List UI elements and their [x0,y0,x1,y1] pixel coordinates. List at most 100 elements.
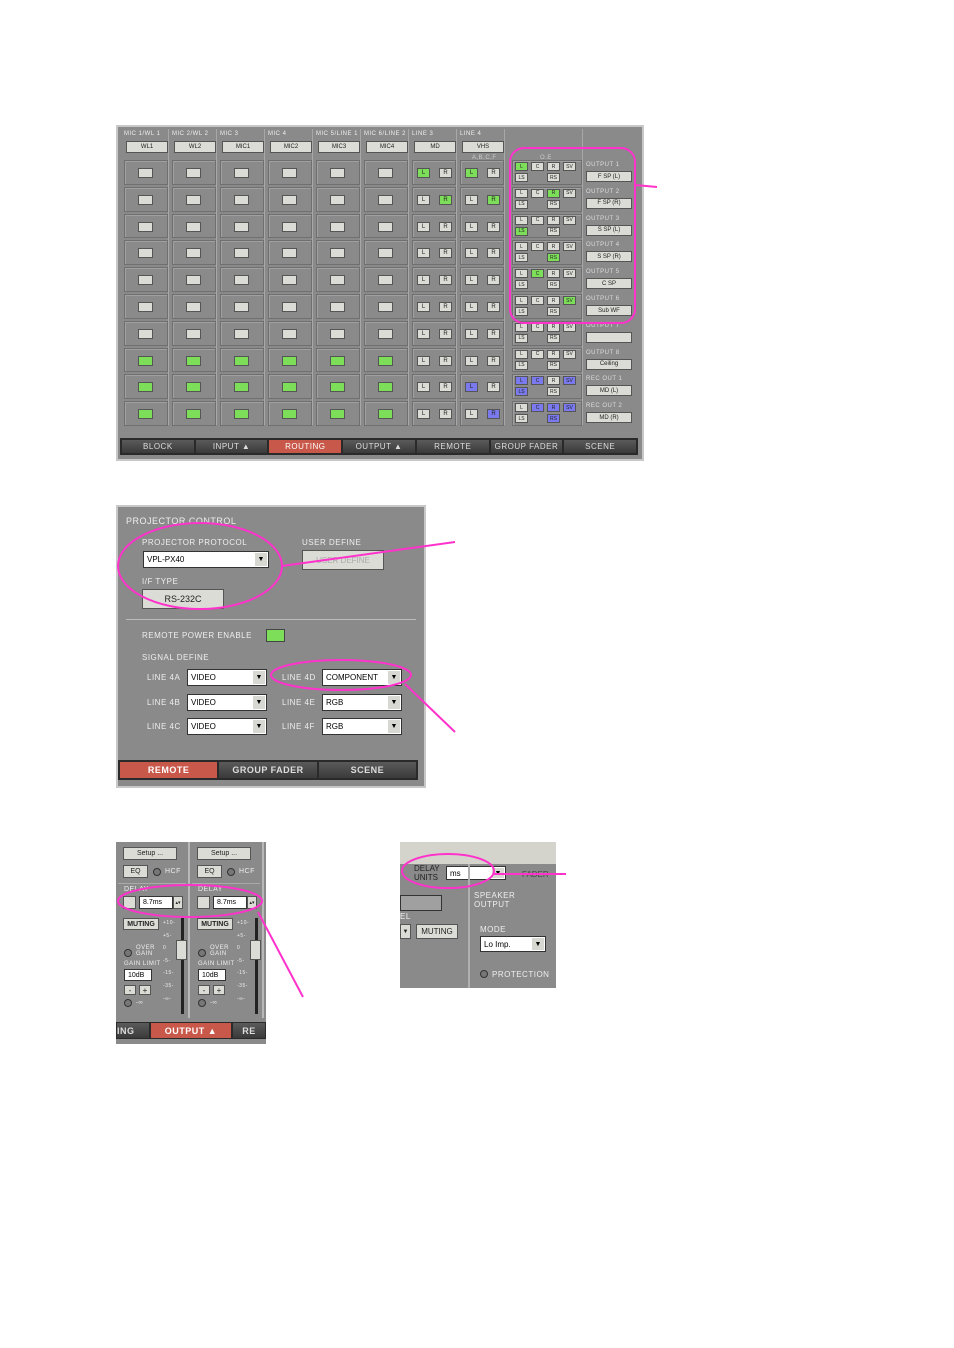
plus-button[interactable]: + [213,985,225,995]
routing-l-button[interactable]: L [417,409,430,420]
oe-r-button[interactable]: R [547,188,560,198]
oe-sv-button[interactable]: SV [563,188,576,198]
routing-r-button[interactable]: R [487,328,500,339]
routing-r-button[interactable]: R [439,302,452,312]
routing-toggle[interactable] [330,355,345,366]
muting-button[interactable]: MUTING [416,924,458,939]
routing-toggle[interactable] [282,194,297,205]
eq-button[interactable]: EQ [197,865,222,878]
tab-partial-left[interactable]: ING [117,1023,149,1038]
output-name-button[interactable]: S SP (R) [586,251,632,263]
routing-l-button[interactable]: L [417,275,430,286]
routing-toggle[interactable] [378,328,393,339]
routing-toggle[interactable] [330,409,345,420]
routing-r-button[interactable]: R [439,194,452,205]
routing-r-button[interactable]: R [487,194,500,205]
source-button[interactable]: MIC2 [270,141,312,153]
routing-toggle[interactable] [234,168,249,178]
routing-toggle[interactable] [138,328,153,339]
routing-l-button[interactable]: L [465,168,478,178]
source-button[interactable]: WL2 [174,141,216,153]
oe-r-button[interactable]: R [547,376,560,386]
fader-track[interactable] [255,918,258,1014]
setup-button[interactable]: Setup ... [197,847,251,860]
minus-button[interactable]: - [198,985,210,995]
routing-r-button[interactable]: R [439,275,452,286]
routing-r-button[interactable]: R [439,409,452,420]
oe-sv-button[interactable]: SV [563,269,576,279]
oe-r-button[interactable]: R [547,296,560,305]
gain-limit-input[interactable]: 10dB [198,969,226,981]
oe-sv-button[interactable]: SV [563,376,576,386]
signal-select[interactable]: VIDEO ▼ [187,669,267,686]
output-name-button[interactable]: F SP (L) [586,171,632,182]
routing-l-button[interactable]: L [465,409,478,420]
tab-remote[interactable]: REMOTE [416,440,489,453]
setup-button[interactable]: Setup ... [123,847,177,860]
signal-select[interactable]: RGB ▼ [322,693,402,711]
source-button[interactable]: MIC4 [366,141,408,153]
output-name-button[interactable]: MD (L) [586,385,632,397]
oe-rs-button[interactable]: RS [547,253,560,263]
minus-button[interactable]: - [124,985,136,995]
output-name-button[interactable]: F SP (R) [586,197,632,209]
oe-l-button[interactable]: L [515,349,528,359]
delay-toggle[interactable] [197,896,210,909]
routing-toggle[interactable] [234,221,249,232]
oe-c-button[interactable]: C [531,403,544,413]
routing-toggle[interactable] [282,328,297,339]
oe-r-button[interactable]: R [547,403,560,413]
source-button[interactable]: WL1 [126,141,168,153]
oe-ls-button[interactable]: LS [515,199,528,209]
muting-button[interactable]: MUTING [197,918,233,930]
routing-toggle[interactable] [282,275,297,286]
oe-sv-button[interactable]: SV [563,403,576,413]
routing-r-button[interactable]: R [487,168,500,178]
oe-ls-button[interactable]: LS [515,307,528,316]
tab-input[interactable]: INPUT ▲ [195,440,268,453]
tab-output[interactable]: OUTPUT ▲ [151,1023,231,1038]
user-define-button[interactable]: USER DEFINE [302,550,384,570]
source-button[interactable]: MIC1 [222,141,264,153]
oe-c-button[interactable]: C [531,242,544,252]
fader-handle[interactable] [176,940,187,960]
routing-toggle[interactable] [234,194,249,205]
routing-toggle[interactable] [138,275,153,286]
signal-select[interactable]: VIDEO ▼ [187,693,267,711]
oe-l-button[interactable]: L [515,162,528,171]
routing-toggle[interactable] [138,409,153,420]
routing-r-button[interactable]: R [487,275,500,286]
routing-toggle[interactable] [330,328,345,339]
routing-l-button[interactable]: L [417,248,430,259]
routing-toggle[interactable] [234,302,249,312]
oe-l-button[interactable]: L [515,376,528,386]
oe-sv-button[interactable]: SV [563,162,576,171]
routing-l-button[interactable]: L [465,221,478,232]
routing-l-button[interactable]: L [417,328,430,339]
tab-routing[interactable]: ROUTING [269,440,342,453]
tab-remote[interactable]: REMOTE [120,762,218,778]
routing-toggle[interactable] [282,221,297,232]
routing-toggle[interactable] [378,382,393,393]
routing-toggle[interactable] [186,248,201,259]
oe-c-button[interactable]: C [531,215,544,225]
routing-toggle[interactable] [138,248,153,259]
routing-toggle[interactable] [186,194,201,205]
routing-toggle[interactable] [282,409,297,420]
tab-scene[interactable]: SCENE [318,762,416,778]
oe-ls-button[interactable]: LS [515,226,528,236]
oe-rs-button[interactable]: RS [547,414,560,424]
routing-toggle[interactable] [378,302,393,312]
delay-spinner[interactable]: ▴▾ [247,896,257,909]
routing-toggle[interactable] [234,409,249,420]
routing-toggle[interactable] [330,382,345,393]
oe-sv-button[interactable]: SV [563,296,576,305]
delay-input[interactable]: 8.7ms [139,896,173,909]
routing-r-button[interactable]: R [487,382,500,393]
routing-toggle[interactable] [186,302,201,312]
oe-r-button[interactable]: R [547,162,560,171]
routing-toggle[interactable] [378,355,393,366]
routing-toggle[interactable] [186,409,201,420]
routing-toggle[interactable] [330,194,345,205]
routing-l-button[interactable]: L [465,248,478,259]
